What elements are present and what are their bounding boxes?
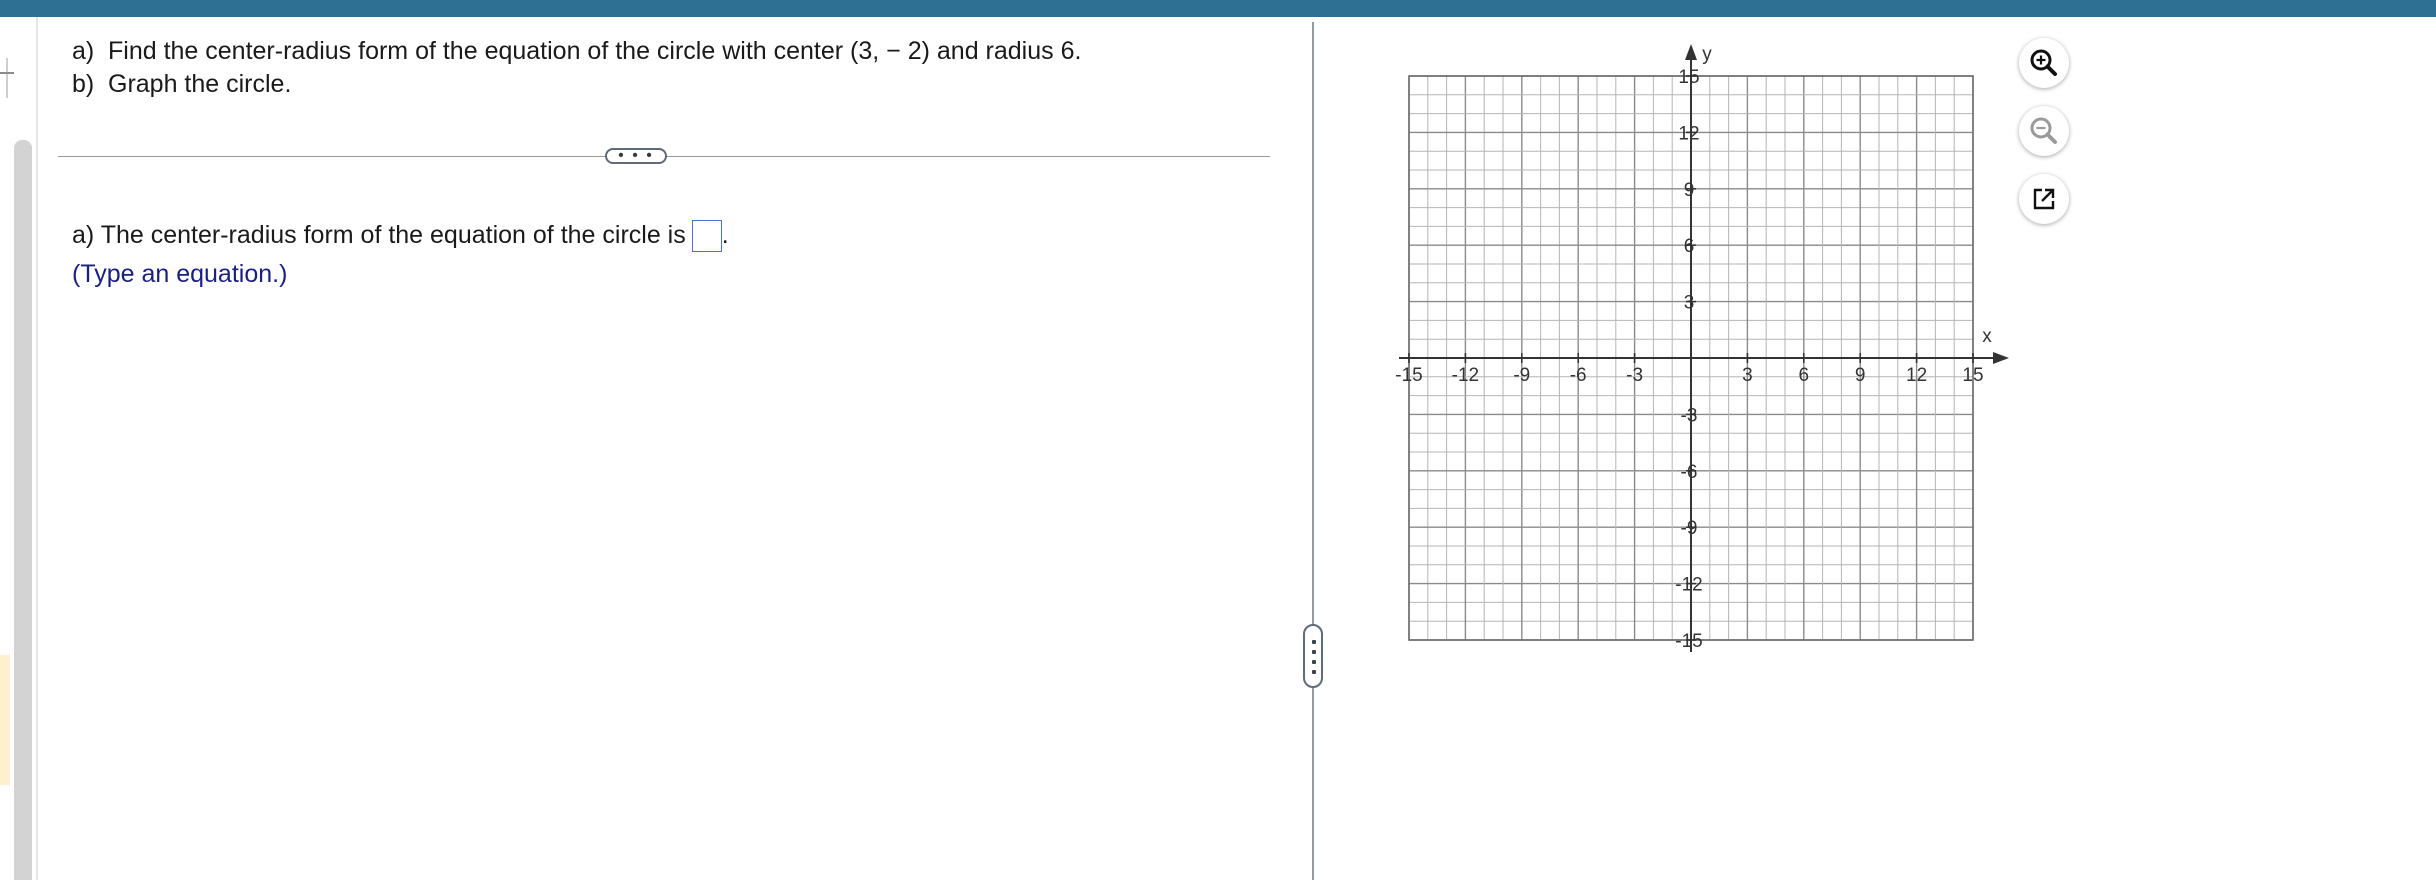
x-tick-label: -3 — [1626, 365, 1643, 386]
y-tick-label: -3 — [1681, 405, 1698, 426]
open-in-new-window-icon — [2033, 188, 2055, 210]
y-tick-label: 6 — [1684, 236, 1695, 257]
y-axis-label: y — [1702, 44, 1712, 65]
x-tick-label: 12 — [1906, 365, 1927, 386]
zoom-out-button[interactable] — [2019, 106, 2069, 156]
zoom-in-icon — [2030, 49, 2057, 76]
x-tick-label: 3 — [1742, 365, 1753, 386]
x-axis-arrow — [1993, 352, 2009, 364]
zoom-in-button[interactable] — [2019, 38, 2069, 88]
graph-axes — [1399, 44, 2009, 652]
x-tick-label: 15 — [1962, 365, 1983, 386]
y-tick-label: 9 — [1684, 180, 1695, 201]
x-tick-label: 9 — [1855, 365, 1866, 386]
y-tick-label: -9 — [1681, 518, 1698, 539]
y-tick-label: -6 — [1681, 462, 1698, 483]
y-tick-label: -15 — [1675, 631, 1702, 652]
y-tick-label: 3 — [1684, 293, 1695, 314]
x-tick-label: 6 — [1799, 365, 1810, 386]
coordinate-graph[interactable]: -15 -12 -9 -6 -3 3 6 9 12 15 15 12 9 6 3 -3 -6 -9 -12 -15 x y — [0, 0, 2436, 880]
y-tick-label: 12 — [1678, 123, 1699, 144]
x-tick-label: -9 — [1513, 365, 1530, 386]
x-tick-label: -6 — [1570, 365, 1587, 386]
x-tick-label: -15 — [1395, 365, 1422, 386]
graph-tick-labels: -15 -12 -9 -6 -3 3 6 9 12 15 15 12 9 6 3 -3 -6 -9 -12 -15 x y — [1395, 44, 1992, 652]
open-new-window-button[interactable] — [2019, 174, 2069, 224]
y-tick-label: -12 — [1675, 575, 1702, 596]
y-tick-label: 15 — [1678, 67, 1699, 88]
zoom-out-icon — [2030, 117, 2057, 144]
x-tick-label: -12 — [1452, 365, 1479, 386]
x-axis-label: x — [1982, 326, 1992, 347]
y-axis-arrow — [1685, 44, 1697, 60]
